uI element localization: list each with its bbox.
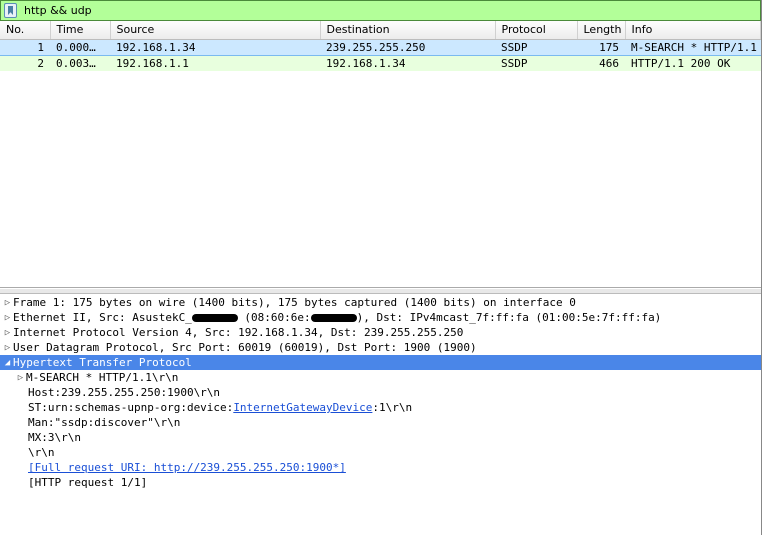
packet-details-pane[interactable]: ▷Frame 1: 175 bytes on wire (1400 bits),… [0, 294, 761, 532]
tree-label: Host:239.255.255.250:1900\r\n [28, 386, 220, 399]
tree-item-udp[interactable]: ▷User Datagram Protocol, Src Port: 60019… [0, 340, 761, 355]
tree-item-mx[interactable]: MX:3\r\n [0, 430, 761, 445]
tree-item-http[interactable]: ◢Hypertext Transfer Protocol [0, 355, 761, 370]
tree-label: [HTTP request 1/1] [28, 476, 147, 489]
tree-label: Frame 1: 175 bytes on wire (1400 bits), … [13, 296, 576, 309]
full-request-uri-link[interactable]: [Full request URI: http://239.255.255.25… [28, 461, 346, 474]
cell-protocol: SSDP [495, 39, 577, 55]
cell-source: 192.168.1.34 [110, 39, 320, 55]
display-filter-bar [0, 0, 761, 21]
tree-label: \r\n [28, 446, 55, 459]
tree-item-ethernet[interactable]: ▷Ethernet II, Src: AsustekC_ (08:60:6e:)… [0, 310, 761, 325]
cell-time: 0.000… [50, 39, 110, 55]
col-header-time[interactable]: Time [50, 21, 110, 39]
expander-icon[interactable]: ▷ [2, 313, 13, 323]
tree-item-host[interactable]: Host:239.255.255.250:1900\r\n [0, 385, 761, 400]
bookmark-icon[interactable] [4, 3, 17, 18]
tree-item-msearch[interactable]: ▷M-SEARCH * HTTP/1.1\r\n [0, 370, 761, 385]
tree-item-crlf[interactable]: \r\n [0, 445, 761, 460]
tree-item-man[interactable]: Man:"ssdp:discover"\r\n [0, 415, 761, 430]
redacted-mac-icon [192, 314, 238, 322]
tree-label: ST:urn:schemas-upnp-org:device:InternetG… [28, 401, 412, 414]
expander-icon[interactable]: ◢ [2, 358, 13, 368]
packet-list-table: No. Time Source Destination Protocol Len… [0, 21, 761, 71]
col-header-length[interactable]: Length [577, 21, 625, 39]
tree-label: MX:3\r\n [28, 431, 81, 444]
cell-destination: 239.255.255.250 [320, 39, 495, 55]
cell-no: 1 [0, 39, 50, 55]
tree-item-st[interactable]: ST:urn:schemas-upnp-org:device:InternetG… [0, 400, 761, 415]
cell-length: 466 [577, 55, 625, 71]
display-filter-input[interactable] [21, 2, 757, 19]
col-header-no[interactable]: No. [0, 21, 50, 39]
col-header-info[interactable]: Info [625, 21, 761, 39]
tree-label: User Datagram Protocol, Src Port: 60019 … [13, 341, 477, 354]
packet-row[interactable]: 1 0.000… 192.168.1.34 239.255.255.250 SS… [0, 39, 761, 55]
tree-item-full-uri[interactable]: [Full request URI: http://239.255.255.25… [0, 460, 761, 475]
packet-list-header-row[interactable]: No. Time Source Destination Protocol Len… [0, 21, 761, 39]
cell-destination: 192.168.1.34 [320, 55, 495, 71]
tree-item-request-num[interactable]: [HTTP request 1/1] [0, 475, 761, 490]
st-device-link[interactable]: InternetGatewayDevice [233, 401, 372, 414]
tree-label: Ethernet II, Src: AsustekC_ (08:60:6e:),… [13, 311, 661, 324]
expander-icon[interactable]: ▷ [2, 343, 13, 353]
expander-icon[interactable]: ▷ [15, 373, 26, 383]
cell-info: M-SEARCH * HTTP/1.1 [625, 39, 761, 55]
tree-label: Internet Protocol Version 4, Src: 192.16… [13, 326, 463, 339]
packet-list-pane[interactable]: No. Time Source Destination Protocol Len… [0, 21, 761, 288]
tree-label: M-SEARCH * HTTP/1.1\r\n [26, 371, 178, 384]
tree-item-ip[interactable]: ▷Internet Protocol Version 4, Src: 192.1… [0, 325, 761, 340]
col-header-source[interactable]: Source [110, 21, 320, 39]
tree-label: Man:"ssdp:discover"\r\n [28, 416, 180, 429]
col-header-protocol[interactable]: Protocol [495, 21, 577, 39]
packet-row[interactable]: 2 0.003… 192.168.1.1 192.168.1.34 SSDP 4… [0, 55, 761, 71]
cell-info: HTTP/1.1 200 OK [625, 55, 761, 71]
redacted-mac-icon [311, 314, 357, 322]
tree-label: Hypertext Transfer Protocol [13, 356, 192, 369]
cell-no: 2 [0, 55, 50, 71]
cell-length: 175 [577, 39, 625, 55]
tree-item-frame[interactable]: ▷Frame 1: 175 bytes on wire (1400 bits),… [0, 295, 761, 310]
cell-source: 192.168.1.1 [110, 55, 320, 71]
col-header-destination[interactable]: Destination [320, 21, 495, 39]
expander-icon[interactable]: ▷ [2, 298, 13, 308]
cell-protocol: SSDP [495, 55, 577, 71]
expander-icon[interactable]: ▷ [2, 328, 13, 338]
cell-time: 0.003… [50, 55, 110, 71]
